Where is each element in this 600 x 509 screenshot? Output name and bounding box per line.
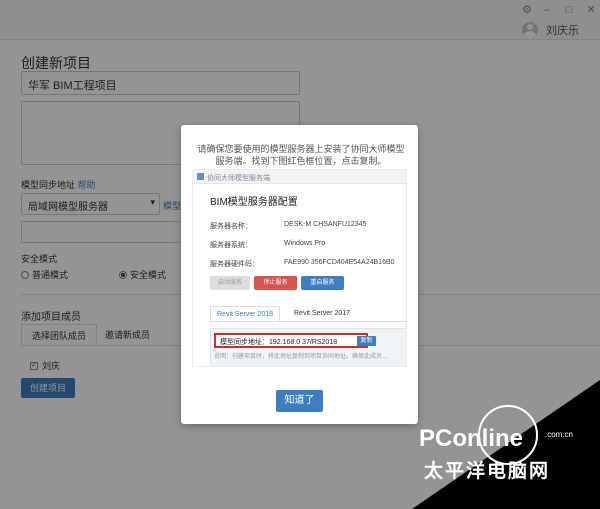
panel-tab-underline bbox=[210, 321, 406, 322]
sync-address-highlight: 模型同步地址：192.168.0 37/RS2018 bbox=[214, 333, 368, 348]
server-name-row: 服务器名称： DESK-M CHSANFU12345 bbox=[210, 221, 366, 231]
server-os-row: 服务器系统： Windows Pro bbox=[210, 240, 325, 250]
server-hwid-label: 服务器硬件码： bbox=[210, 261, 259, 268]
help-modal: 请确保您要使用的模型服务器上安装了协同大师模型服务端。找到下图红色框位置，点击复… bbox=[181, 125, 418, 424]
server-os-label: 服务器系统： bbox=[210, 242, 252, 249]
server-name-value: DESK-M CHSANFU12345 bbox=[284, 221, 367, 228]
panel-title: BIM模型服务器配置 bbox=[210, 197, 298, 208]
tab-revit-2017: Revit Server 2017 bbox=[294, 310, 351, 317]
stop-service-button: 停止服务 bbox=[254, 276, 297, 290]
watermark-domain: .com.cn bbox=[545, 430, 574, 439]
modal-message: 请确保您要使用的模型服务器上安装了协同大师模型服务端。找到下图红色框位置，点击复… bbox=[197, 144, 405, 166]
restart-service-button: 重启服务 bbox=[301, 276, 344, 290]
server-name-label: 服务器名称： bbox=[210, 223, 252, 230]
tab-revit-2018: Revit Server 2018 bbox=[210, 306, 281, 322]
sync-note: 说明：创建项目时，将此地址复制到项目协同地址。确保此成员… bbox=[214, 354, 389, 360]
got-it-button[interactable]: 知道了 bbox=[276, 390, 323, 412]
copy-button: 复制 bbox=[357, 336, 376, 346]
panel-header-text: 协同大师模型服务端 bbox=[207, 175, 270, 182]
server-os-value: Windows Pro bbox=[284, 240, 326, 247]
server-hwid-value: FAE990 356FCD404E54A24B16B0 bbox=[284, 259, 395, 266]
server-hwid-row: 服务器硬件码： FAE990 356FCD404E54A24B16B0 bbox=[210, 259, 395, 269]
start-service-button: 启动服务 bbox=[210, 276, 250, 290]
server-config-screenshot: 协同大师模型服务端 BIM模型服务器配置 服务器名称： DESK-M CHSAN… bbox=[192, 169, 407, 367]
app-logo-icon bbox=[197, 173, 204, 180]
watermark-chinese: 太平洋电脑网 bbox=[424, 461, 551, 482]
watermark-brand: PConline bbox=[419, 425, 524, 452]
panel-header: 协同大师模型服务端 bbox=[193, 170, 406, 184]
